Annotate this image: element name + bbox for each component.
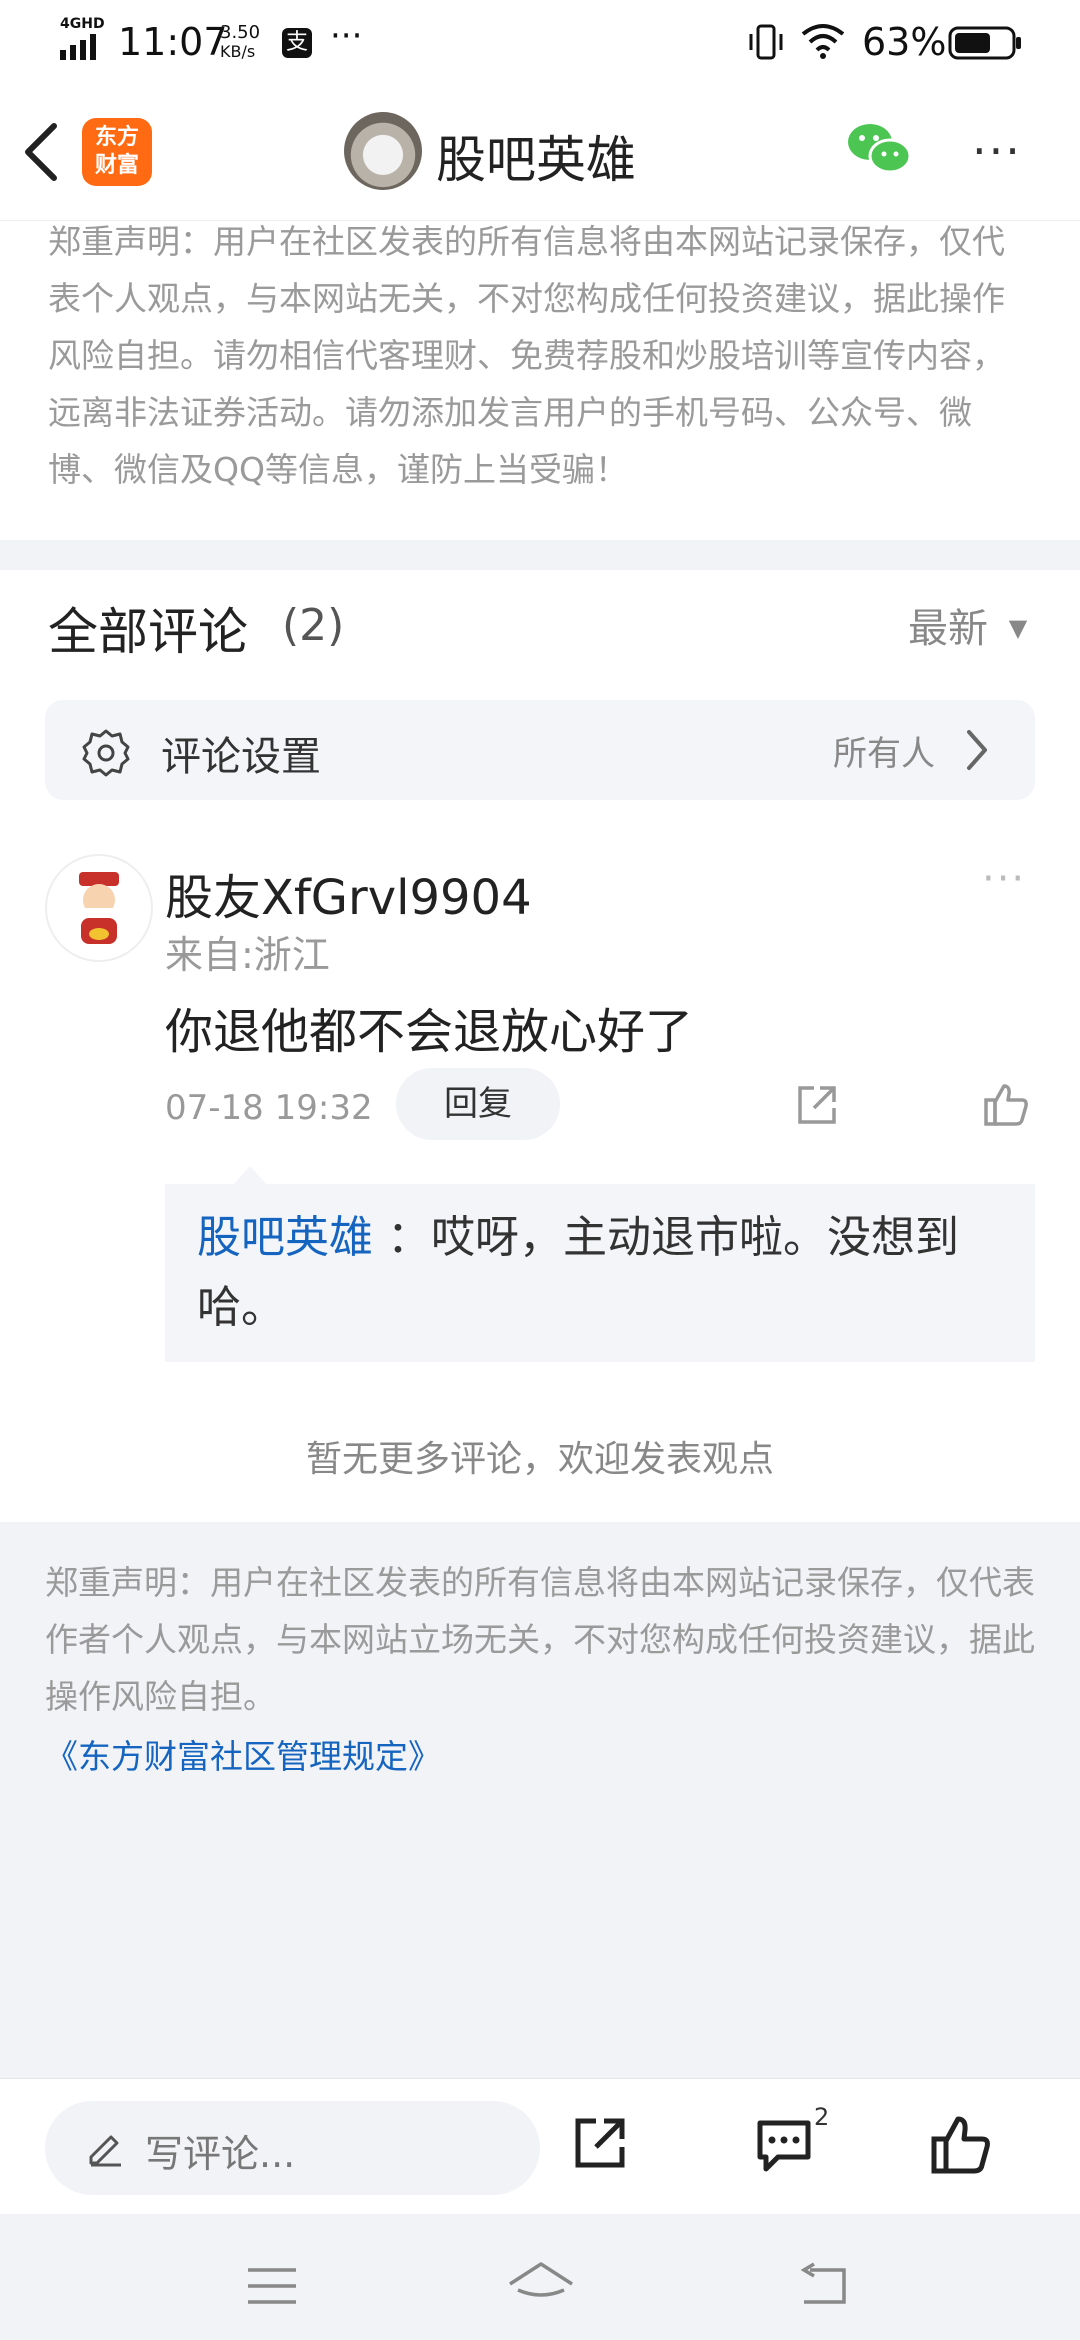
chevron-right-icon [967,730,987,770]
reply-text-2: 哈。 [197,1282,285,1333]
comment-icon[interactable] [754,2115,814,2175]
net-speed-unit: KB/s [220,42,256,61]
comment-input[interactable]: 写评论... [45,2101,540,2195]
like-icon[interactable] [930,2113,992,2175]
more-menu-icon[interactable]: ··· [972,124,1022,178]
footer-disclaimer: 郑重声明：用户在社区发表的所有信息将由本网站记录保存，仅代表作者个人观点，与本网… [45,1563,1035,1716]
system-nav-bar [0,2214,1080,2340]
reply-author[interactable]: 股吧英雄 [197,1212,373,1263]
signal-icon: 4GHD [60,16,106,60]
comments-title: 全部评论 [48,603,248,661]
reply-button[interactable]: 回复 [396,1068,560,1140]
fortune-god-avatar-icon [79,872,119,944]
reply-pointer [232,1166,268,1186]
settings-value: 所有人 [833,734,935,774]
home-icon[interactable] [506,2260,576,2306]
comment-content: 你退他都不会退放心好了 [165,1004,694,1060]
back-icon[interactable] [20,122,64,182]
status-bar: 4GHD 11:07 3.50 KB/s 支 ··· 63% [0,0,1080,84]
commenter-location: 来自:浙江 [165,933,330,977]
commenter-username[interactable]: 股友XfGrvl9904 [165,858,532,928]
reply-quote[interactable]: 股吧英雄 ：哎呀，主动退市啦。没想到 哈。 [165,1184,1035,1362]
menu-icon[interactable] [246,2266,298,2306]
alipay-icon: 支 [282,28,312,58]
reply-line1: 股吧英雄 ：哎呀，主动退市啦。没想到 [197,1208,959,1268]
net-speed-value: 3.50 [220,22,261,43]
like-icon[interactable] [982,1080,1030,1128]
pencil-icon [89,2135,121,2167]
sort-dropdown[interactable]: 最新 ▼ [908,596,1027,654]
app-header: 东方 财富 股吧英雄 ··· [0,84,1080,221]
logo-line1: 东方 [94,125,139,150]
comment-timestamp: 07-18 19:32 [165,1088,373,1128]
battery-percent: 63% [862,20,947,64]
reply-text-1: ：哎呀，主动退市啦。没想到 [387,1212,959,1263]
footer-area: 郑重声明：用户在社区发表的所有信息将由本网站记录保存，仅代表作者个人观点，与本网… [0,1522,1080,2078]
disclaimer-top: 郑重声明：用户在社区发表的所有信息将由本网站记录保存，仅代表个人观点，与本网站无… [48,222,1005,489]
comment-input-placeholder: 写评论... [145,2132,296,2176]
wifi-icon [801,24,845,59]
sort-label: 最新 [908,606,988,652]
network-type: 4GHD [60,16,105,32]
gear-icon [82,729,130,777]
share-icon[interactable] [794,1082,840,1128]
back-nav-icon[interactable] [796,2262,850,2308]
comment-count-badge: 2 [814,2103,830,2131]
battery-icon [948,26,1021,60]
vibrate-icon [749,24,783,60]
comments-count: (2) [282,600,345,651]
eastmoney-logo[interactable]: 东方 财富 [82,118,152,186]
wechat-icon[interactable] [846,122,912,176]
section-divider [0,540,1080,570]
reply-button-label: 回复 [444,1084,512,1124]
page-title: 股吧英雄 [436,131,636,189]
caret-down-icon: ▼ [1008,614,1028,642]
clock: 11:07 [118,20,228,64]
more-status-icon: ··· [330,16,363,56]
settings-label: 评论设置 [161,734,321,780]
bottom-action-bar: 写评论... 2 [0,2078,1080,2215]
no-more-comments: 暂无更多评论，欢迎发表观点 [305,1439,774,1480]
author-avatar[interactable] [344,112,422,190]
commenter-avatar[interactable] [45,854,153,962]
logo-line2: 财富 [94,153,139,178]
community-rules-link[interactable]: 《东方财富社区管理规定》 [45,1730,441,1778]
comment-settings-row[interactable]: 评论设置 所有人 [45,700,1035,800]
comment-more-icon[interactable]: ··· [982,856,1026,902]
share-icon[interactable] [572,2115,628,2171]
